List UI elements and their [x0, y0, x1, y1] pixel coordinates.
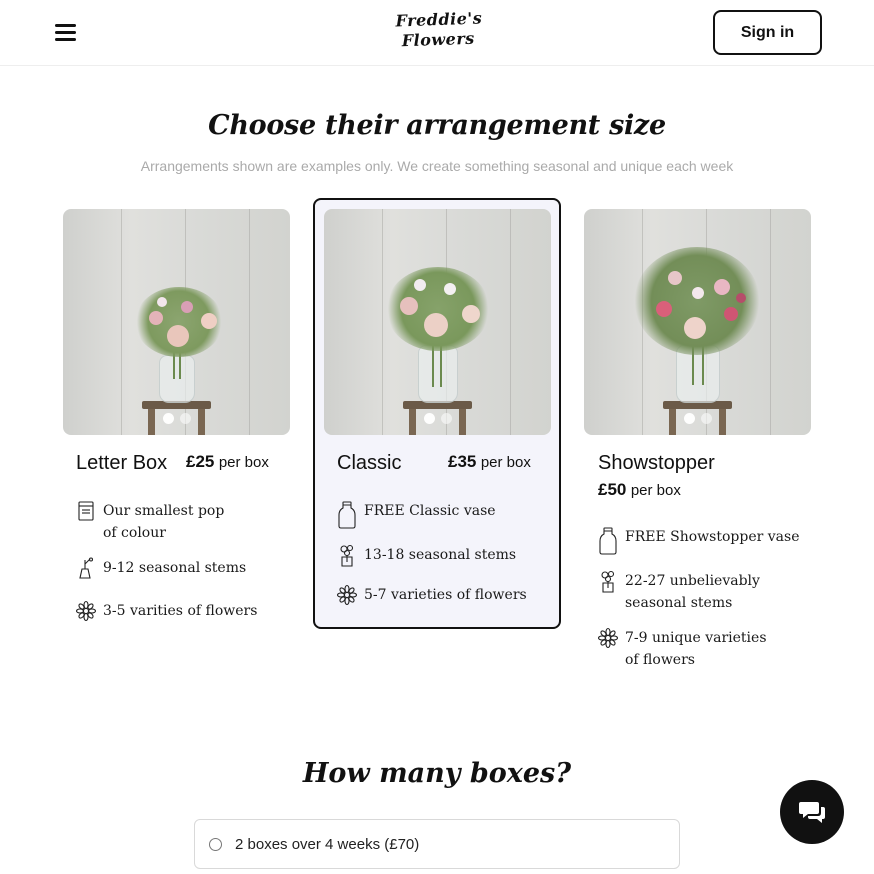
feature-item: 3-5 varities of flowers	[76, 600, 257, 622]
card-title: Letter Box	[76, 452, 168, 474]
feature-text: 3-5 varities of flowers	[103, 603, 258, 619]
card-price: £35 per box	[448, 452, 531, 472]
vase-image	[159, 355, 195, 403]
carousel-dot[interactable]	[423, 413, 435, 424]
product-photo	[324, 209, 551, 435]
carousel-dot[interactable]	[440, 413, 452, 424]
menu-bar	[55, 38, 76, 41]
menu-bar	[55, 31, 76, 34]
price-per: per box	[218, 454, 269, 471]
feature-item: FREE Showstopper vase	[598, 526, 799, 556]
feature-text: of colour	[103, 525, 166, 541]
feature-text: seasonal stems	[625, 595, 733, 611]
box-option-2-boxes[interactable]: 2 boxes over 4 weeks (£70)	[194, 819, 680, 869]
price-per: per box	[630, 482, 681, 499]
price-amount: £25	[186, 452, 215, 471]
flower-icon	[76, 600, 96, 622]
feature-text: 13-18 seasonal stems	[364, 547, 517, 563]
flower-icon	[598, 627, 618, 649]
bouquet-icon	[601, 570, 615, 593]
card-title: Classic	[337, 452, 402, 474]
hamburger-menu-icon[interactable]	[52, 20, 80, 46]
site-header: Freddie's Flowers Sign in	[0, 0, 874, 66]
carousel-dots	[63, 413, 290, 424]
feature-text: FREE Classic vase	[364, 503, 496, 519]
product-photo	[63, 209, 290, 435]
feature-item: 13-18 seasonal stems	[337, 544, 516, 568]
feature-text: 9-12 seasonal stems	[103, 560, 247, 576]
card-title: Showstopper	[598, 452, 715, 474]
card-letter-box[interactable]: Letter Box £25 per box Our smallest pop …	[62, 208, 290, 638]
vase-icon	[338, 501, 356, 529]
bouquet-icon	[340, 544, 354, 567]
logo-line-2: Flowers	[401, 28, 476, 51]
card-classic[interactable]: Classic £35 per box FREE Classic vase 13…	[313, 198, 561, 629]
site-logo[interactable]: Freddie's Flowers	[395, 8, 482, 58]
feature-text: Our smallest pop	[103, 503, 225, 519]
feature-text: 22-27 unbelievably	[625, 573, 760, 589]
box-option-label: 2 boxes over 4 weeks (£70)	[235, 835, 420, 853]
carousel-dots	[324, 413, 551, 424]
card-showstopper[interactable]: Showstopper £50 per box FREE Showstopper…	[584, 208, 812, 670]
feature-item: 9-12 seasonal stems	[76, 557, 246, 579]
flower-icon	[337, 584, 357, 606]
feature-text: of flowers	[625, 652, 695, 668]
menu-bar	[55, 24, 76, 27]
chat-icon	[799, 802, 825, 823]
vase-image	[418, 345, 458, 403]
page-subtitle: Arrangements shown are examples only. We…	[140, 158, 734, 174]
boxes-title: How many boxes?	[302, 758, 572, 789]
feature-text: 7-9 unique varieties	[625, 630, 767, 646]
feature-text: FREE Showstopper vase	[625, 529, 800, 545]
feature-item: 22-27 unbelievably seasonal stems	[598, 570, 760, 614]
sign-in-button[interactable]: Sign in	[713, 10, 822, 55]
price-per: per box	[480, 454, 531, 471]
letterbox-icon	[78, 501, 94, 521]
feature-text: 5-7 varieties of flowers	[364, 587, 527, 603]
carousel-dot[interactable]	[162, 413, 174, 424]
carousel-dot[interactable]	[700, 413, 712, 424]
feature-item: FREE Classic vase	[337, 500, 496, 530]
price-amount: £35	[448, 452, 477, 471]
card-price: £50 per box	[598, 480, 681, 500]
product-photo	[584, 209, 811, 435]
page-title: Choose their arrangement size	[208, 110, 666, 141]
vase-icon	[599, 527, 617, 555]
feature-item: 5-7 varieties of flowers	[337, 584, 527, 606]
radio-button[interactable]	[209, 837, 222, 851]
feature-item: Our smallest pop of colour	[76, 500, 224, 544]
carousel-dot[interactable]	[179, 413, 191, 424]
carousel-dot[interactable]	[683, 413, 695, 424]
stems-icon	[79, 557, 94, 579]
card-price: £25 per box	[186, 452, 269, 472]
carousel-dots	[584, 413, 811, 424]
chat-button[interactable]	[780, 780, 844, 844]
price-amount: £50	[598, 480, 627, 499]
feature-item: 7-9 unique varieties of flowers	[598, 627, 767, 671]
